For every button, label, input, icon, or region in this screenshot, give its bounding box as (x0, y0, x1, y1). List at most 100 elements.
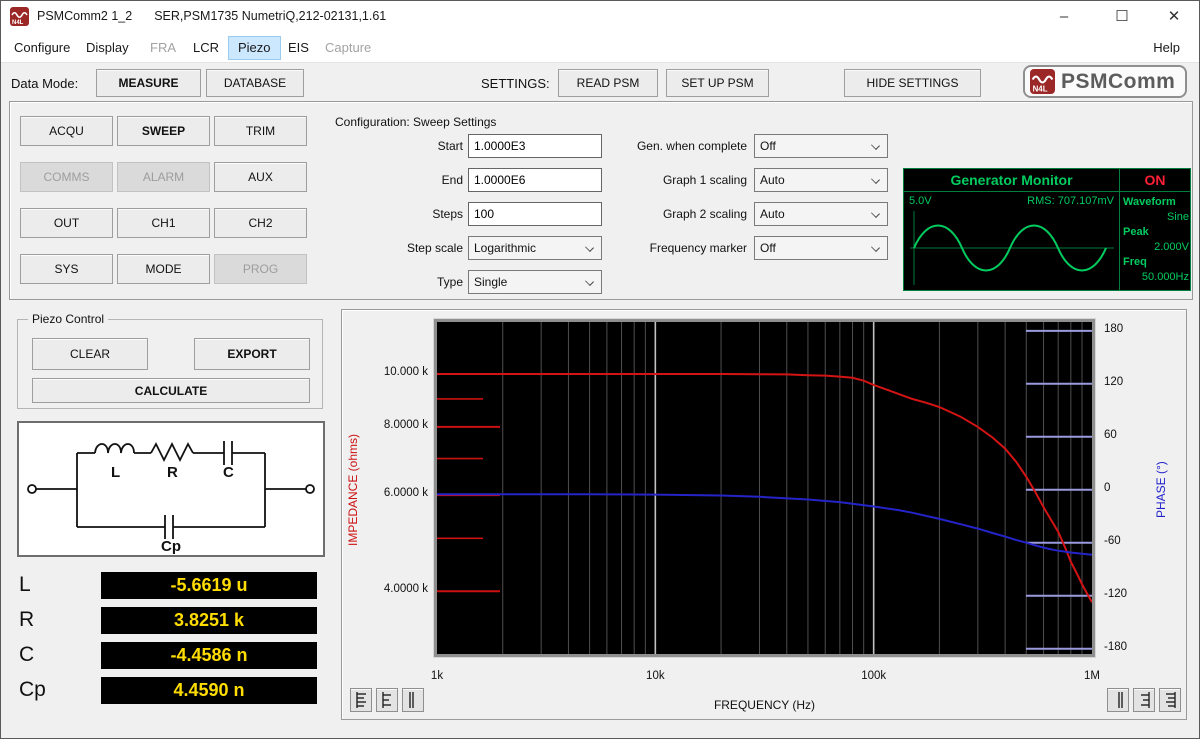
setup-psm-button[interactable]: SET UP PSM (666, 69, 769, 97)
psm-alarm-button: ALARM (117, 162, 210, 192)
psmcomm-logo: N4L PSMComm (1023, 65, 1187, 98)
end-input[interactable] (468, 168, 602, 192)
gen-when-complete-label: Gen. when complete (614, 134, 747, 158)
generator-rms: RMS: 707.107mV (984, 195, 1114, 207)
chevron-down-icon (871, 209, 880, 218)
frequency-tick-label: 100k (849, 670, 899, 682)
axis-bars-icon (407, 692, 420, 708)
frequency-axis-label: FREQUENCY (Hz) (434, 698, 1095, 712)
cp-label: Cp (19, 678, 46, 702)
axis-ticks-icon (355, 692, 368, 708)
config-title: Configuration: Sweep Settings (335, 115, 496, 129)
c-label: C (19, 643, 34, 667)
psm-trim-button[interactable]: TRIM (214, 116, 307, 146)
cp-value: 4.4590 n (101, 677, 317, 704)
impedance-tick-label: 10.000 k (360, 366, 428, 378)
settings-label: SETTINGS: (481, 76, 550, 91)
psm-comms-button: COMMS (20, 162, 113, 192)
l-label: L (19, 573, 31, 597)
phase-axis-label: PHASE (°) (1154, 420, 1168, 560)
phase-tick-label: 60 (1104, 429, 1117, 441)
psm-aux-button[interactable]: AUX (214, 162, 307, 192)
psm-mode-button[interactable]: MODE (117, 254, 210, 284)
end-label: End (335, 168, 463, 192)
psm-ch2-button[interactable]: CH2 (214, 208, 307, 238)
psm-sweep-button[interactable]: SWEEP (117, 116, 210, 146)
svg-text:R: R (167, 464, 178, 481)
svg-text:N4L: N4L (1033, 84, 1048, 93)
measure-button[interactable]: MEASURE (96, 69, 201, 97)
title-bar: N4L PSMComm2 1_2SER,PSM1735 NumetriQ,212… (1, 1, 1199, 33)
generator-monitor-title: Generator Monitor (904, 169, 1119, 192)
graph-axis-button-right-2[interactable] (1133, 688, 1155, 712)
freq-value: 50.000Hz (1123, 270, 1189, 285)
gen-when-complete-value: Off (760, 139, 776, 153)
plot-area[interactable] (434, 319, 1095, 657)
n4l-logo-icon: N4L (1030, 69, 1055, 94)
graph2-scaling-select[interactable]: Auto (754, 202, 888, 226)
r-label: R (19, 608, 34, 632)
menu-bar: Configure Display FRA LCR Piezo EIS Capt… (1, 33, 1199, 63)
frequency-marker-label: Frequency marker (614, 236, 747, 260)
phase-tick-label: 180 (1104, 323, 1123, 335)
app-window: N4L PSMComm2 1_2SER,PSM1735 NumetriQ,212… (0, 0, 1200, 739)
phase-tick-label: -60 (1104, 535, 1121, 547)
peak-label: Peak (1123, 225, 1189, 240)
graph-axis-button-right-3[interactable] (1159, 688, 1181, 712)
generator-on-badge: ON (1120, 169, 1190, 192)
piezo-control-group: Piezo Control CLEAR EXPORT CALCULATE (17, 319, 323, 409)
generator-monitor: Generator Monitor ON 5.0V RMS: 707.107mV… (903, 168, 1191, 291)
psm-acqu-button[interactable]: ACQU (20, 116, 113, 146)
menu-help[interactable]: Help (1144, 36, 1189, 60)
menu-capture: Capture (316, 36, 380, 60)
type-value: Single (474, 275, 507, 289)
chevron-down-icon (585, 243, 594, 252)
n4l-app-icon: N4L (10, 7, 29, 26)
frequency-tick-label: 1M (1067, 670, 1117, 682)
menu-lcr[interactable]: LCR (184, 36, 228, 60)
step-scale-value: Logarithmic (474, 241, 536, 255)
menu-display[interactable]: Display (77, 36, 138, 60)
freq-label: Freq (1123, 255, 1189, 270)
start-label: Start (335, 134, 463, 158)
clear-button[interactable]: CLEAR (32, 338, 148, 370)
phase-tick-label: 0 (1104, 482, 1110, 494)
graph1-scaling-select[interactable]: Auto (754, 168, 888, 192)
graph1-scaling-label: Graph 1 scaling (614, 168, 747, 192)
psm-out-button[interactable]: OUT (20, 208, 113, 238)
database-button[interactable]: DATABASE (206, 69, 304, 97)
type-select[interactable]: Single (468, 270, 602, 294)
frequency-marker-select[interactable]: Off (754, 236, 888, 260)
svg-text:N4L: N4L (12, 20, 24, 26)
psm-ch1-button[interactable]: CH1 (117, 208, 210, 238)
steps-input[interactable] (468, 202, 602, 226)
r-value: 3.8251 k (101, 607, 317, 634)
step-scale-select[interactable]: Logarithmic (468, 236, 602, 260)
close-button[interactable]: ✕ (1151, 1, 1197, 33)
graph2-scaling-label: Graph 2 scaling (614, 202, 747, 226)
menu-eis[interactable]: EIS (279, 36, 318, 60)
menu-configure[interactable]: Configure (5, 36, 79, 60)
window-title: PSMComm2 1_2SER,PSM1735 NumetriQ,212-021… (37, 9, 386, 23)
psm-prog-button: PROG (214, 254, 307, 284)
maximize-button[interactable]: ☐ (1099, 1, 1145, 33)
psm-sys-button[interactable]: SYS (20, 254, 113, 284)
export-button[interactable]: EXPORT (194, 338, 310, 370)
gen-when-complete-select[interactable]: Off (754, 134, 888, 158)
generator-monitor-header: Generator Monitor ON (904, 169, 1190, 192)
axis-ticks-icon (1138, 692, 1151, 708)
start-input[interactable] (468, 134, 602, 158)
minimize-button[interactable]: – (1041, 1, 1087, 33)
graph-axis-button-left-3[interactable] (402, 688, 424, 712)
axis-ticks-icon (1164, 692, 1177, 708)
calculate-button[interactable]: CALCULATE (32, 378, 310, 403)
chevron-down-icon (871, 141, 880, 150)
read-psm-button[interactable]: READ PSM (558, 69, 658, 97)
graph-axis-button-left-1[interactable] (350, 688, 372, 712)
sine-waveform-icon (908, 209, 1116, 287)
graph-axis-button-right-1[interactable] (1107, 688, 1129, 712)
generator-range: 5.0V (909, 195, 932, 207)
menu-piezo[interactable]: Piezo (228, 36, 281, 60)
hide-settings-button[interactable]: HIDE SETTINGS (844, 69, 981, 97)
graph-axis-button-left-2[interactable] (376, 688, 398, 712)
